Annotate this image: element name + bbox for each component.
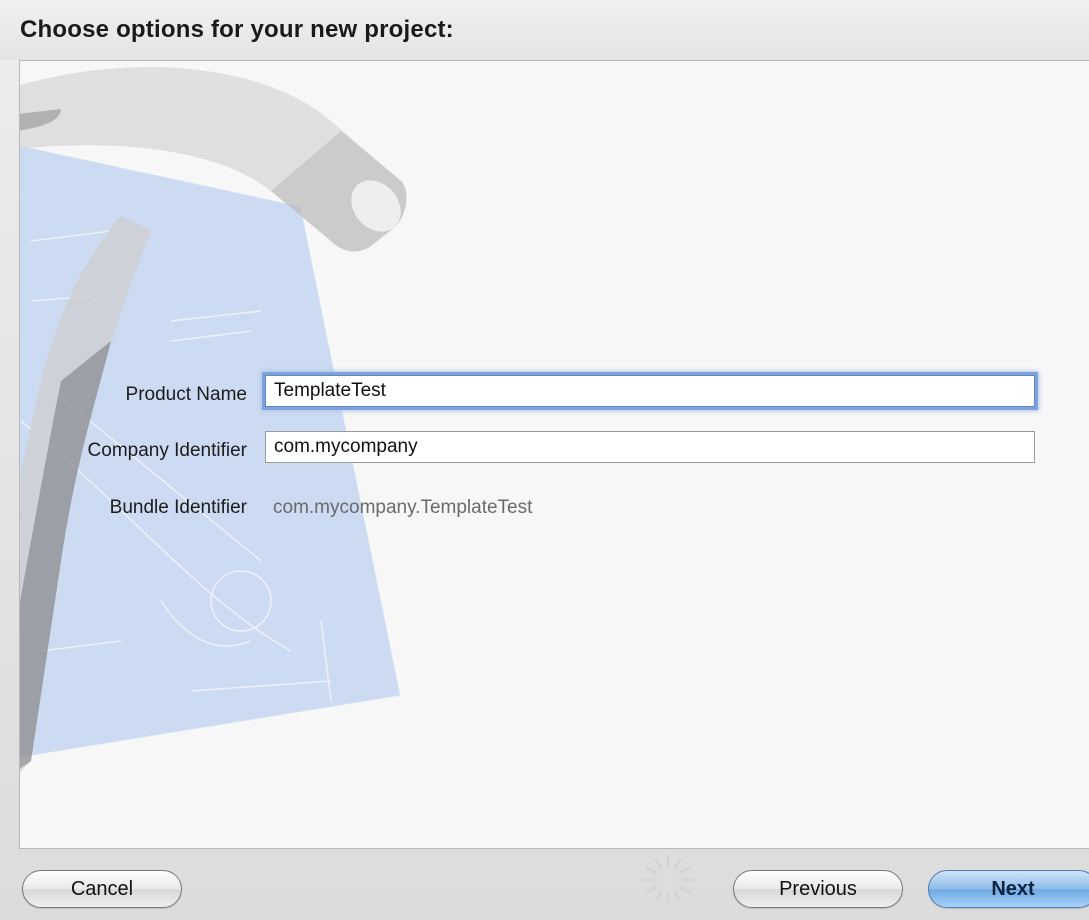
next-button[interactable]: Next — [928, 870, 1089, 908]
cancel-button[interactable]: Cancel — [22, 870, 182, 908]
new-project-options-window: Choose options for your new project: Pro… — [0, 0, 1089, 920]
previous-button[interactable]: Previous — [733, 870, 903, 908]
footer: Cancel Previous Next — [0, 848, 1089, 920]
bundle-identifier-row: Bundle Identifier com.mycompany.Template… — [20, 488, 1089, 528]
product-name-field[interactable] — [265, 375, 1035, 407]
page-title: Choose options for your new project: — [20, 16, 454, 43]
progress-spinner-icon — [642, 854, 694, 906]
company-identifier-row: Company Identifier — [20, 431, 1089, 471]
header: Choose options for your new project: — [0, 0, 1089, 60]
bundle-identifier-value: com.mycompany.TemplateTest — [273, 497, 533, 518]
company-identifier-label: Company Identifier — [87, 440, 247, 461]
company-identifier-field[interactable] — [265, 431, 1035, 463]
bundle-identifier-label: Bundle Identifier — [109, 497, 247, 518]
product-name-row: Product Name — [20, 375, 1089, 415]
product-name-label: Product Name — [125, 384, 247, 405]
options-panel: Product Name Company Identifier Bundle I… — [19, 60, 1089, 849]
